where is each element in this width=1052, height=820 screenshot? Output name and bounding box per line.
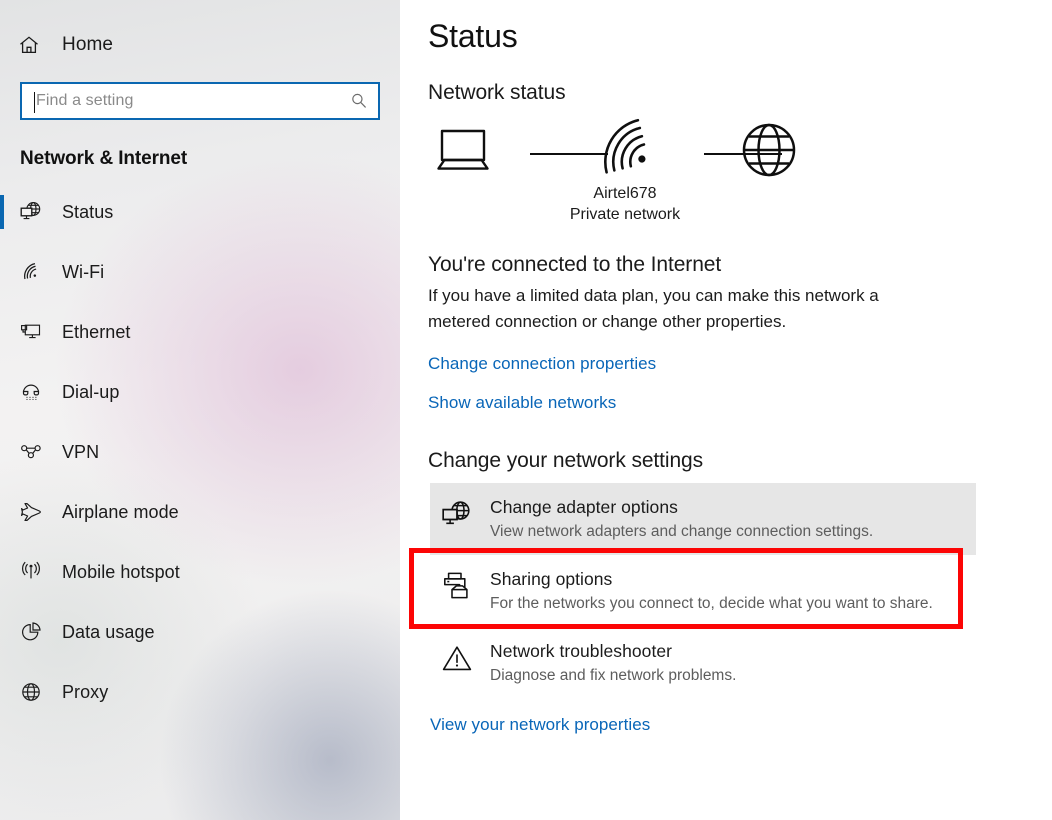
airplane-icon <box>18 499 44 525</box>
sidebar-label-ethernet: Ethernet <box>62 321 131 342</box>
view-network-properties-link[interactable]: View your network properties <box>430 715 650 735</box>
sidebar-label-dialup: Dial-up <box>62 381 120 402</box>
network-settings-options: Change adapter options View network adap… <box>428 483 1052 699</box>
show-available-networks-link[interactable]: Show available networks <box>428 393 616 413</box>
vpn-icon <box>18 439 44 465</box>
sidebar-home-label: Home <box>62 34 114 55</box>
search-placeholder: Find a setting <box>36 92 134 109</box>
change-adapter-options-row[interactable]: Change adapter options View network adap… <box>430 483 976 555</box>
sidebar-item-status[interactable]: Status <box>0 182 400 242</box>
option-subtitle: For the networks you connect to, decide … <box>490 595 933 612</box>
pie-chart-icon <box>18 619 44 645</box>
network-ssid: Airtel678 <box>593 185 657 202</box>
home-icon <box>18 34 40 56</box>
sidebar-item-proxy[interactable]: Proxy <box>0 662 400 722</box>
wifi-signal-icon <box>595 117 657 184</box>
sidebar-label-proxy: Proxy <box>62 681 109 702</box>
sidebar-label-wifi: Wi-Fi <box>62 261 105 282</box>
sidebar-label-mobile-hotspot: Mobile hotspot <box>62 561 180 582</box>
printer-folder-icon <box>440 570 474 604</box>
network-troubleshooter-row[interactable]: Network troubleshooter Diagnose and fix … <box>430 627 976 699</box>
change-connection-properties-row: Change connection properties <box>428 354 1052 374</box>
option-subtitle: Diagnose and fix network problems. <box>490 667 737 684</box>
globe-icon <box>18 679 44 705</box>
wifi-icon <box>18 259 44 285</box>
view-network-properties-row: View your network properties <box>430 715 1052 735</box>
dialup-icon <box>18 379 44 405</box>
globe-monitor-icon <box>440 498 474 532</box>
search-container: Find a setting <box>20 82 380 120</box>
option-title: Sharing options <box>490 569 613 589</box>
page-title: Status <box>428 18 518 54</box>
sidebar-label-status: Status <box>62 201 114 222</box>
sidebar-item-ethernet[interactable]: Ethernet <box>0 302 400 362</box>
globe-icon <box>738 119 800 186</box>
connection-status-description: If you have a limited data plan, you can… <box>428 286 879 331</box>
sidebar-label-data-usage: Data usage <box>62 621 155 642</box>
search-icon[interactable] <box>350 92 368 110</box>
sidebar-category-title: Network & Internet <box>20 148 188 169</box>
option-title: Change adapter options <box>490 497 678 517</box>
connection-status-heading: You're connected to the Internet <box>428 253 722 276</box>
sharing-options-row[interactable]: Sharing options For the networks you con… <box>430 555 976 627</box>
sidebar-item-home[interactable]: Home <box>0 22 400 68</box>
sidebar-label-vpn: VPN <box>62 441 100 462</box>
settings-window: Home Find a setting Network & Internet S… <box>0 0 1052 820</box>
hotspot-icon <box>18 559 44 585</box>
option-title: Network troubleshooter <box>490 641 673 661</box>
globe-monitor-icon <box>18 199 44 225</box>
text-caret <box>34 92 35 113</box>
change-connection-properties-link[interactable]: Change connection properties <box>428 354 656 374</box>
sidebar-item-airplane-mode[interactable]: Airplane mode <box>0 482 400 542</box>
sidebar-nav-list: Status Wi-Fi Ethernet Dial-up VPN Airpla… <box>0 182 400 722</box>
network-diagram: Airtel678 Private network <box>428 115 808 225</box>
change-adapter-options-texts: Change adapter options View network adap… <box>490 495 873 543</box>
sidebar-item-mobile-hotspot[interactable]: Mobile hotspot <box>0 542 400 602</box>
main-content: Status Network status Airtel678 Private … <box>400 0 1052 820</box>
sidebar-item-wifi[interactable]: Wi-Fi <box>0 242 400 302</box>
network-status-heading: Network status <box>428 81 566 104</box>
network-type: Private network <box>569 206 681 223</box>
sidebar: Home Find a setting Network & Internet S… <box>0 0 400 820</box>
sidebar-item-vpn[interactable]: VPN <box>0 422 400 482</box>
ethernet-icon <box>18 319 44 345</box>
sidebar-label-airplane-mode: Airplane mode <box>62 501 179 522</box>
sidebar-item-dialup[interactable]: Dial-up <box>0 362 400 422</box>
show-available-networks-row: Show available networks <box>428 393 1052 413</box>
sharing-options-texts: Sharing options For the networks you con… <box>490 567 933 615</box>
network-caption: Airtel678 Private network <box>530 183 720 225</box>
network-troubleshooter-texts: Network troubleshooter Diagnose and fix … <box>490 639 736 687</box>
laptop-icon <box>430 123 496 186</box>
search-input[interactable]: Find a setting <box>20 82 380 120</box>
warning-triangle-icon <box>440 642 474 676</box>
option-subtitle: View network adapters and change connect… <box>490 523 874 540</box>
change-network-settings-heading: Change your network settings <box>428 449 704 472</box>
sidebar-item-data-usage[interactable]: Data usage <box>0 602 400 662</box>
